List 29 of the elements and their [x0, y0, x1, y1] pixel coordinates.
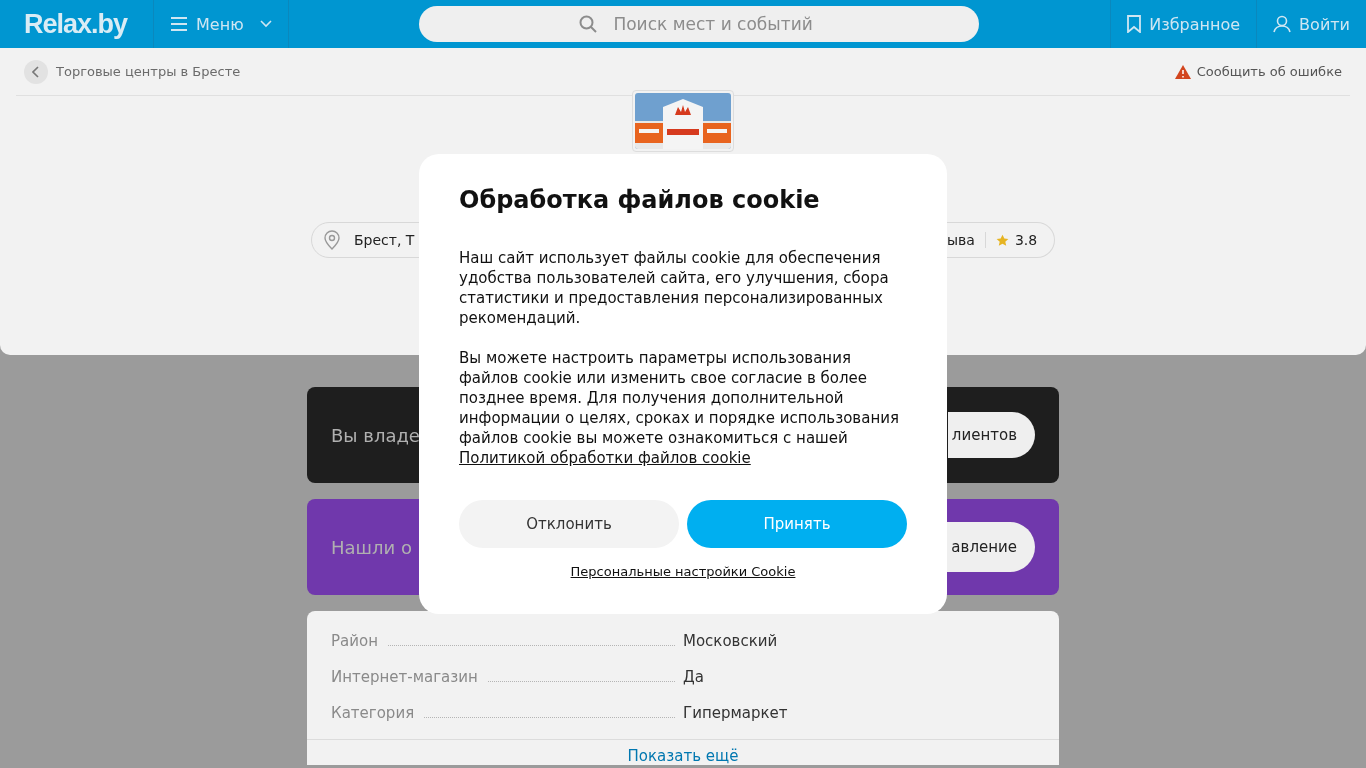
dialog-paragraph: Вы можете настроить параметры использования файлов cookie или изменить свое согласие в более позднее время. Для получения дополнительной информации о целях, сроках и порядке использования файлов cookie вы можете ознакомиться с нашей Политикой обработки файлов cookie [459, 348, 900, 468]
bookmark-icon [1127, 15, 1142, 33]
search-icon [579, 15, 598, 33]
owner-card-button[interactable]: лиентов [947, 412, 1035, 458]
rating-value: 3.8 [1014, 232, 1038, 248]
detail-value: Да [683, 668, 705, 686]
detail-value: Московский [683, 632, 779, 650]
menu-icon [170, 17, 189, 31]
back-link[interactable]: Торговые центры в Бресте [24, 59, 241, 84]
back-icon [24, 59, 48, 84]
show-more-link[interactable]: Показать ещё [627, 747, 739, 765]
user-icon [1273, 15, 1292, 33]
report-error-link[interactable]: Сообщить об ошибке [1174, 64, 1342, 79]
decline-button[interactable]: Отклонить [459, 500, 679, 548]
location-pin-icon [324, 230, 340, 250]
owner-card-text: Вы владе [331, 424, 420, 446]
detail-label: Район [331, 632, 378, 650]
detail-label: Категория [331, 704, 415, 722]
detail-value: Гипермаркет [683, 704, 789, 722]
error-card-text: Нашли о [331, 536, 412, 558]
dialog-title: Обработка файлов cookie [459, 186, 821, 214]
detail-label: Интернет-магазин [331, 668, 478, 686]
chevron-down-icon [259, 20, 272, 28]
star-icon [995, 233, 1009, 247]
policy-link[interactable]: Политикой обработки файлов cookie [459, 449, 751, 467]
error-card-button[interactable]: авление [947, 522, 1035, 572]
cookie-settings-link[interactable]: Персональные настройки Cookie [570, 564, 796, 579]
warning-icon [1174, 64, 1191, 79]
address-text: Брест, Т [354, 232, 415, 248]
